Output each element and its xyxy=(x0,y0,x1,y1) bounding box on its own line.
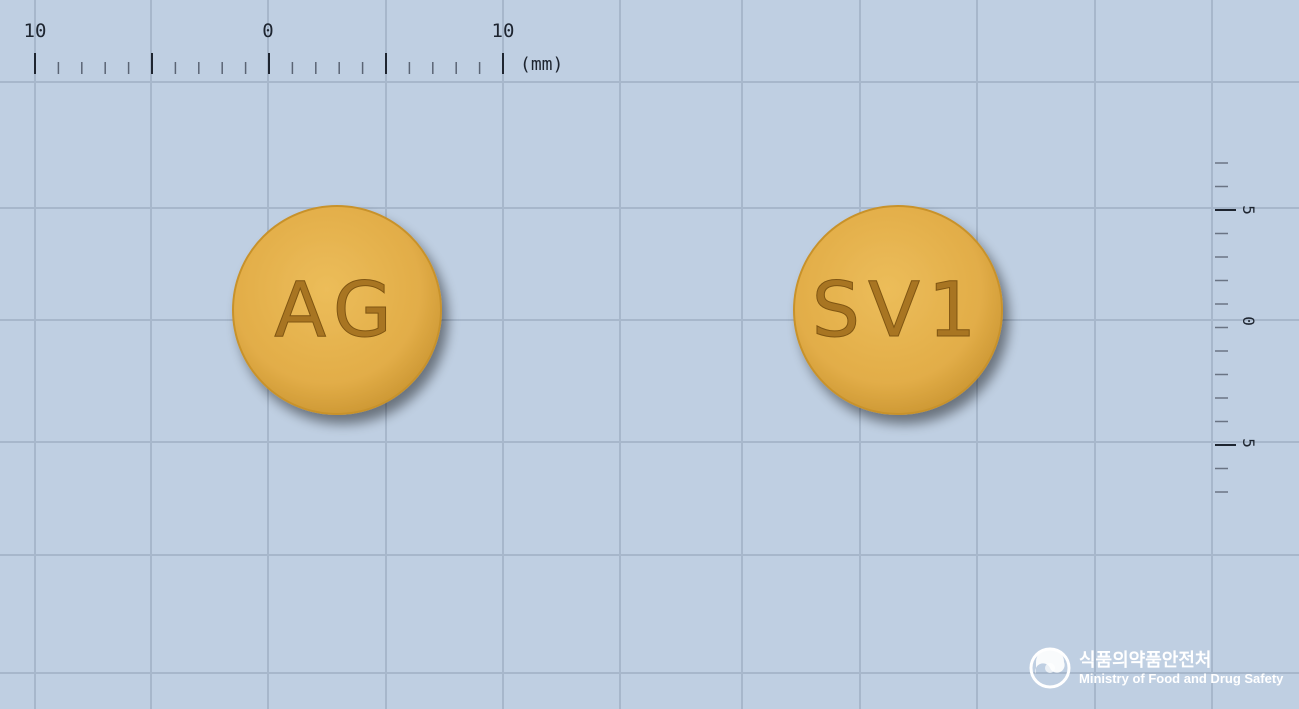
pill-photo-scene: 10 0 10 (mm) 5 0 5 AG SV1 식품의약품안전처 Minis… xyxy=(0,0,1299,709)
mfds-watermark: 식품의약품안전처 Ministry of Food and Drug Safet… xyxy=(1029,647,1284,689)
tablet-front: AG xyxy=(232,205,442,415)
background-grid xyxy=(0,0,1299,709)
right-ruler-label-bottom: 5 xyxy=(1239,438,1258,448)
tablet-back: SV1 xyxy=(793,205,1003,415)
top-ruler-label-left: 10 xyxy=(24,20,47,42)
top-ruler-label-zero: 0 xyxy=(262,20,273,42)
org-name-english: Ministry of Food and Drug Safety xyxy=(1079,671,1284,686)
mfds-taeguk-emblem-icon xyxy=(1029,647,1071,689)
tablet-front-imprint: AG xyxy=(274,265,400,354)
top-ruler-label-right: 10 xyxy=(492,20,515,42)
top-ruler-unit: (mm) xyxy=(520,54,563,75)
org-name-korean: 식품의약품안전처 xyxy=(1079,649,1211,671)
tablet-back-imprint: SV1 xyxy=(812,265,985,354)
top-ruler-ticks xyxy=(34,53,504,74)
right-ruler-label-zero: 0 xyxy=(1239,316,1258,326)
right-ruler-label-top: 5 xyxy=(1239,205,1258,215)
top-ruler: 10 0 10 (mm) xyxy=(24,20,564,75)
